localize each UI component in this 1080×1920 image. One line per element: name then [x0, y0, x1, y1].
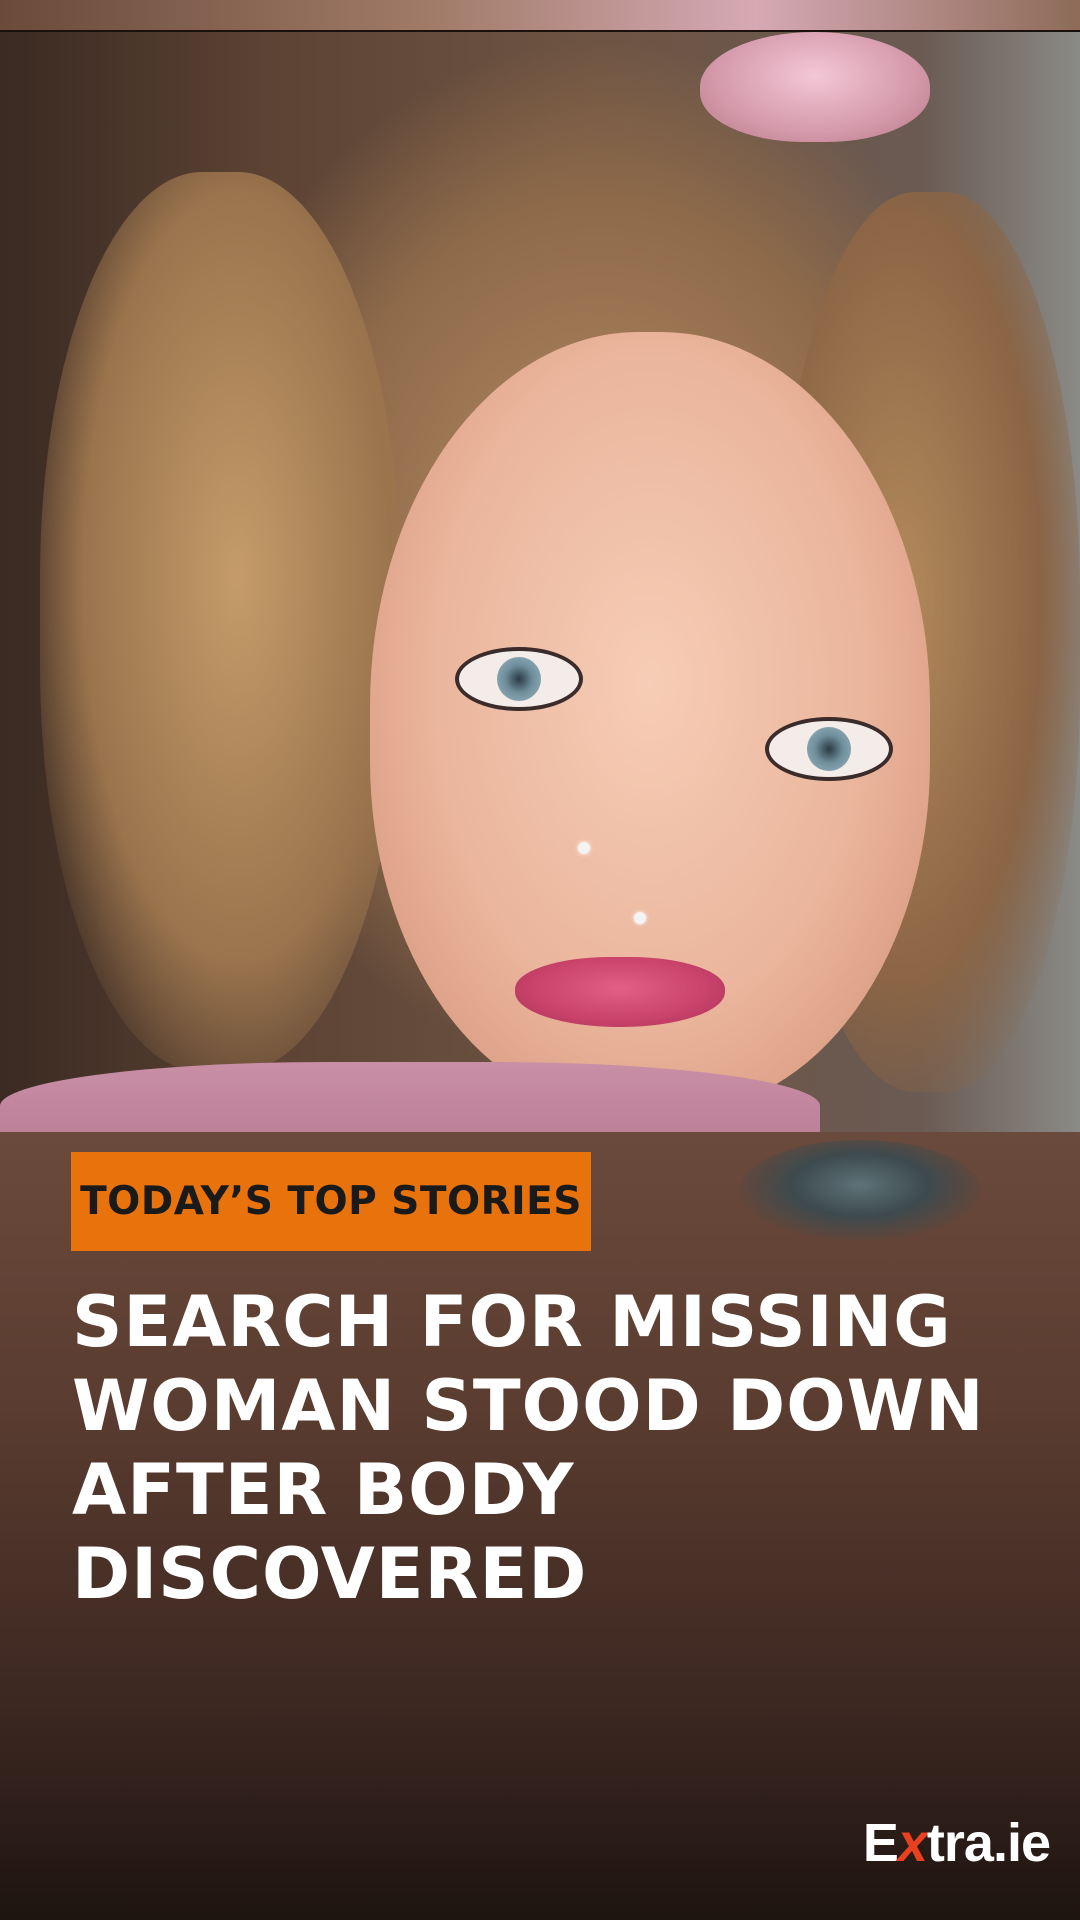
logo-x: x: [897, 1813, 928, 1873]
pink-top: [0, 1062, 820, 1132]
portrait-photo: [0, 32, 1080, 1132]
hair-left: [40, 172, 400, 1072]
lip-piercing: [634, 912, 646, 924]
headline-line: SEARCH FOR MISSING: [72, 1281, 952, 1363]
logo-rest: tra.ie: [926, 1813, 1051, 1873]
nose-ring: [578, 842, 590, 854]
category-tag: TODAY’S TOP STORIES: [71, 1152, 591, 1251]
right-eye: [765, 717, 893, 781]
headline-line: AFTER BODY: [72, 1449, 575, 1531]
category-tag-label: TODAY’S TOP STORIES: [80, 1179, 582, 1224]
logo-e: E: [862, 1813, 899, 1873]
left-eye: [455, 647, 583, 711]
headline-line: WOMAN STOOD DOWN: [72, 1365, 985, 1447]
top-photo-strip: [0, 0, 1080, 30]
hair-scrunchie: [700, 32, 930, 142]
lips: [515, 957, 725, 1027]
headline-line: DISCOVERED: [72, 1533, 588, 1615]
headline: SEARCH FOR MISSING WOMAN STOOD DOWN AFTE…: [72, 1280, 985, 1616]
story-frame: TODAY’S TOP STORIES SEARCH FOR MISSING W…: [0, 0, 1080, 1920]
extra-ie-logo: E x tra.ie: [862, 1812, 1051, 1873]
zoomed-eye: [740, 1140, 980, 1240]
